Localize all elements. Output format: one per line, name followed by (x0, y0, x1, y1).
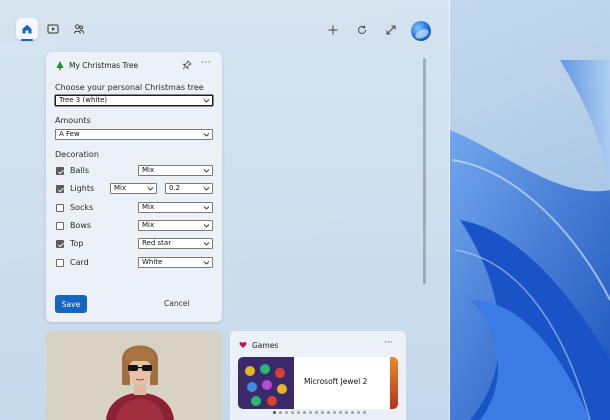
tab-video[interactable] (42, 18, 64, 40)
amounts-select[interactable]: A Few (55, 129, 213, 140)
tree-icon (56, 61, 64, 70)
card-select[interactable]: White (138, 257, 213, 268)
carousel-dot[interactable] (338, 411, 342, 414)
carousel-dot[interactable] (296, 411, 300, 414)
top-select-value: Red star (142, 239, 172, 247)
tree-select[interactable]: Tree 3 (white) (55, 95, 213, 106)
lights-checkbox[interactable] (56, 185, 64, 193)
lights-mode-select[interactable]: Mix (110, 183, 157, 194)
widgets-topbar (0, 0, 450, 52)
chevron-down-icon (203, 261, 210, 265)
checkmark-icon (58, 169, 64, 175)
top-select[interactable]: Red star (138, 238, 213, 249)
tab-active-indicator (21, 39, 33, 41)
carousel-dot[interactable] (320, 411, 324, 414)
people-icon (73, 24, 85, 34)
refresh-button[interactable] (354, 22, 370, 38)
christmas-tree-widget: My Christmas Tree ··· Choose your person… (46, 52, 222, 322)
tab-home[interactable] (16, 18, 38, 40)
game-name: Microsoft Jewel 2 (304, 377, 368, 386)
chevron-down-icon (203, 242, 210, 246)
widget-more-button[interactable]: ··· (201, 58, 211, 68)
carousel-dot[interactable] (278, 411, 282, 414)
card-select-value: White (142, 258, 163, 266)
chevron-down-icon (203, 99, 210, 103)
next-game-preview[interactable] (390, 357, 398, 409)
games-more-button[interactable]: ··· (384, 338, 393, 348)
top-label: Top (70, 239, 84, 248)
socks-label: Socks (70, 203, 94, 212)
games-widget: Games ··· Microsoft Jewel 2 (230, 331, 406, 420)
carousel-dot[interactable] (332, 411, 336, 414)
save-button[interactable]: Save (55, 295, 87, 313)
heart-icon (239, 342, 247, 348)
board-scrollbar[interactable] (423, 58, 426, 284)
checkmark-icon (58, 187, 64, 193)
carousel-dot[interactable] (314, 411, 318, 414)
lights-label: Lights (70, 184, 95, 193)
carousel-dot[interactable] (302, 411, 306, 414)
socks-select[interactable]: Mix (138, 202, 213, 213)
widgets-board: My Christmas Tree ··· Choose your person… (0, 0, 450, 420)
balls-checkbox[interactable] (56, 167, 64, 175)
amounts-select-value: A Few (59, 130, 80, 138)
card-label: Card (70, 258, 89, 267)
carousel-dot[interactable] (272, 411, 276, 414)
tab-people[interactable] (68, 18, 90, 40)
chevron-down-icon (203, 206, 210, 210)
home-icon (22, 24, 32, 34)
photo-widget[interactable] (46, 331, 222, 420)
decoration-label: Decoration (55, 150, 99, 159)
refresh-icon (358, 25, 366, 34)
lights-amount-select[interactable]: 0.2 (165, 183, 213, 194)
balls-select-value: Mix (142, 166, 155, 174)
expand-button[interactable] (383, 22, 399, 38)
choose-tree-label: Choose your personal Christmas tree (55, 83, 204, 92)
game-card[interactable]: Microsoft Jewel 2 (238, 357, 398, 409)
balls-select[interactable]: Mix (138, 165, 213, 176)
chevron-down-icon (147, 187, 154, 191)
cancel-button[interactable]: Cancel (164, 299, 189, 308)
chevron-down-icon (203, 133, 210, 137)
carousel-dot[interactable] (308, 411, 312, 414)
carousel-dot[interactable] (350, 411, 354, 414)
lights-mode-value: Mix (114, 184, 127, 192)
chevron-down-icon (203, 169, 210, 173)
play-icon (47, 24, 59, 34)
checkmark-icon (58, 242, 64, 248)
chevron-down-icon (203, 224, 210, 228)
widget-title: My Christmas Tree (69, 61, 139, 70)
pin-icon[interactable] (182, 60, 192, 70)
bows-label: Bows (70, 221, 92, 230)
widget-header: My Christmas Tree ··· (46, 52, 222, 78)
socks-select-value: Mix (142, 203, 155, 211)
carousel-dot[interactable] (326, 411, 330, 414)
avatar[interactable] (411, 21, 431, 41)
person-photo (46, 331, 222, 420)
carousel-dots (264, 411, 374, 415)
top-checkbox[interactable] (56, 240, 64, 248)
amounts-label: Amounts (55, 116, 91, 125)
bows-select-value: Mix (142, 221, 155, 229)
expand-icon (386, 25, 396, 35)
plus-icon (328, 25, 338, 35)
carousel-dot[interactable] (290, 411, 294, 414)
chevron-down-icon (203, 187, 210, 191)
add-widget-button[interactable] (325, 22, 341, 38)
carousel-dot[interactable] (362, 411, 366, 414)
card-checkbox[interactable] (56, 259, 64, 267)
tree-select-value: Tree 3 (white) (59, 96, 108, 104)
carousel-dot[interactable] (356, 411, 360, 414)
lights-amount-value: 0.2 (169, 184, 181, 192)
bows-select[interactable]: Mix (138, 220, 213, 231)
bows-checkbox[interactable] (56, 222, 64, 230)
games-title: Games (252, 341, 279, 350)
carousel-dot[interactable] (284, 411, 288, 414)
carousel-dot[interactable] (344, 411, 348, 414)
socks-checkbox[interactable] (56, 204, 64, 212)
game-thumbnail (238, 357, 294, 409)
balls-label: Balls (70, 166, 90, 175)
